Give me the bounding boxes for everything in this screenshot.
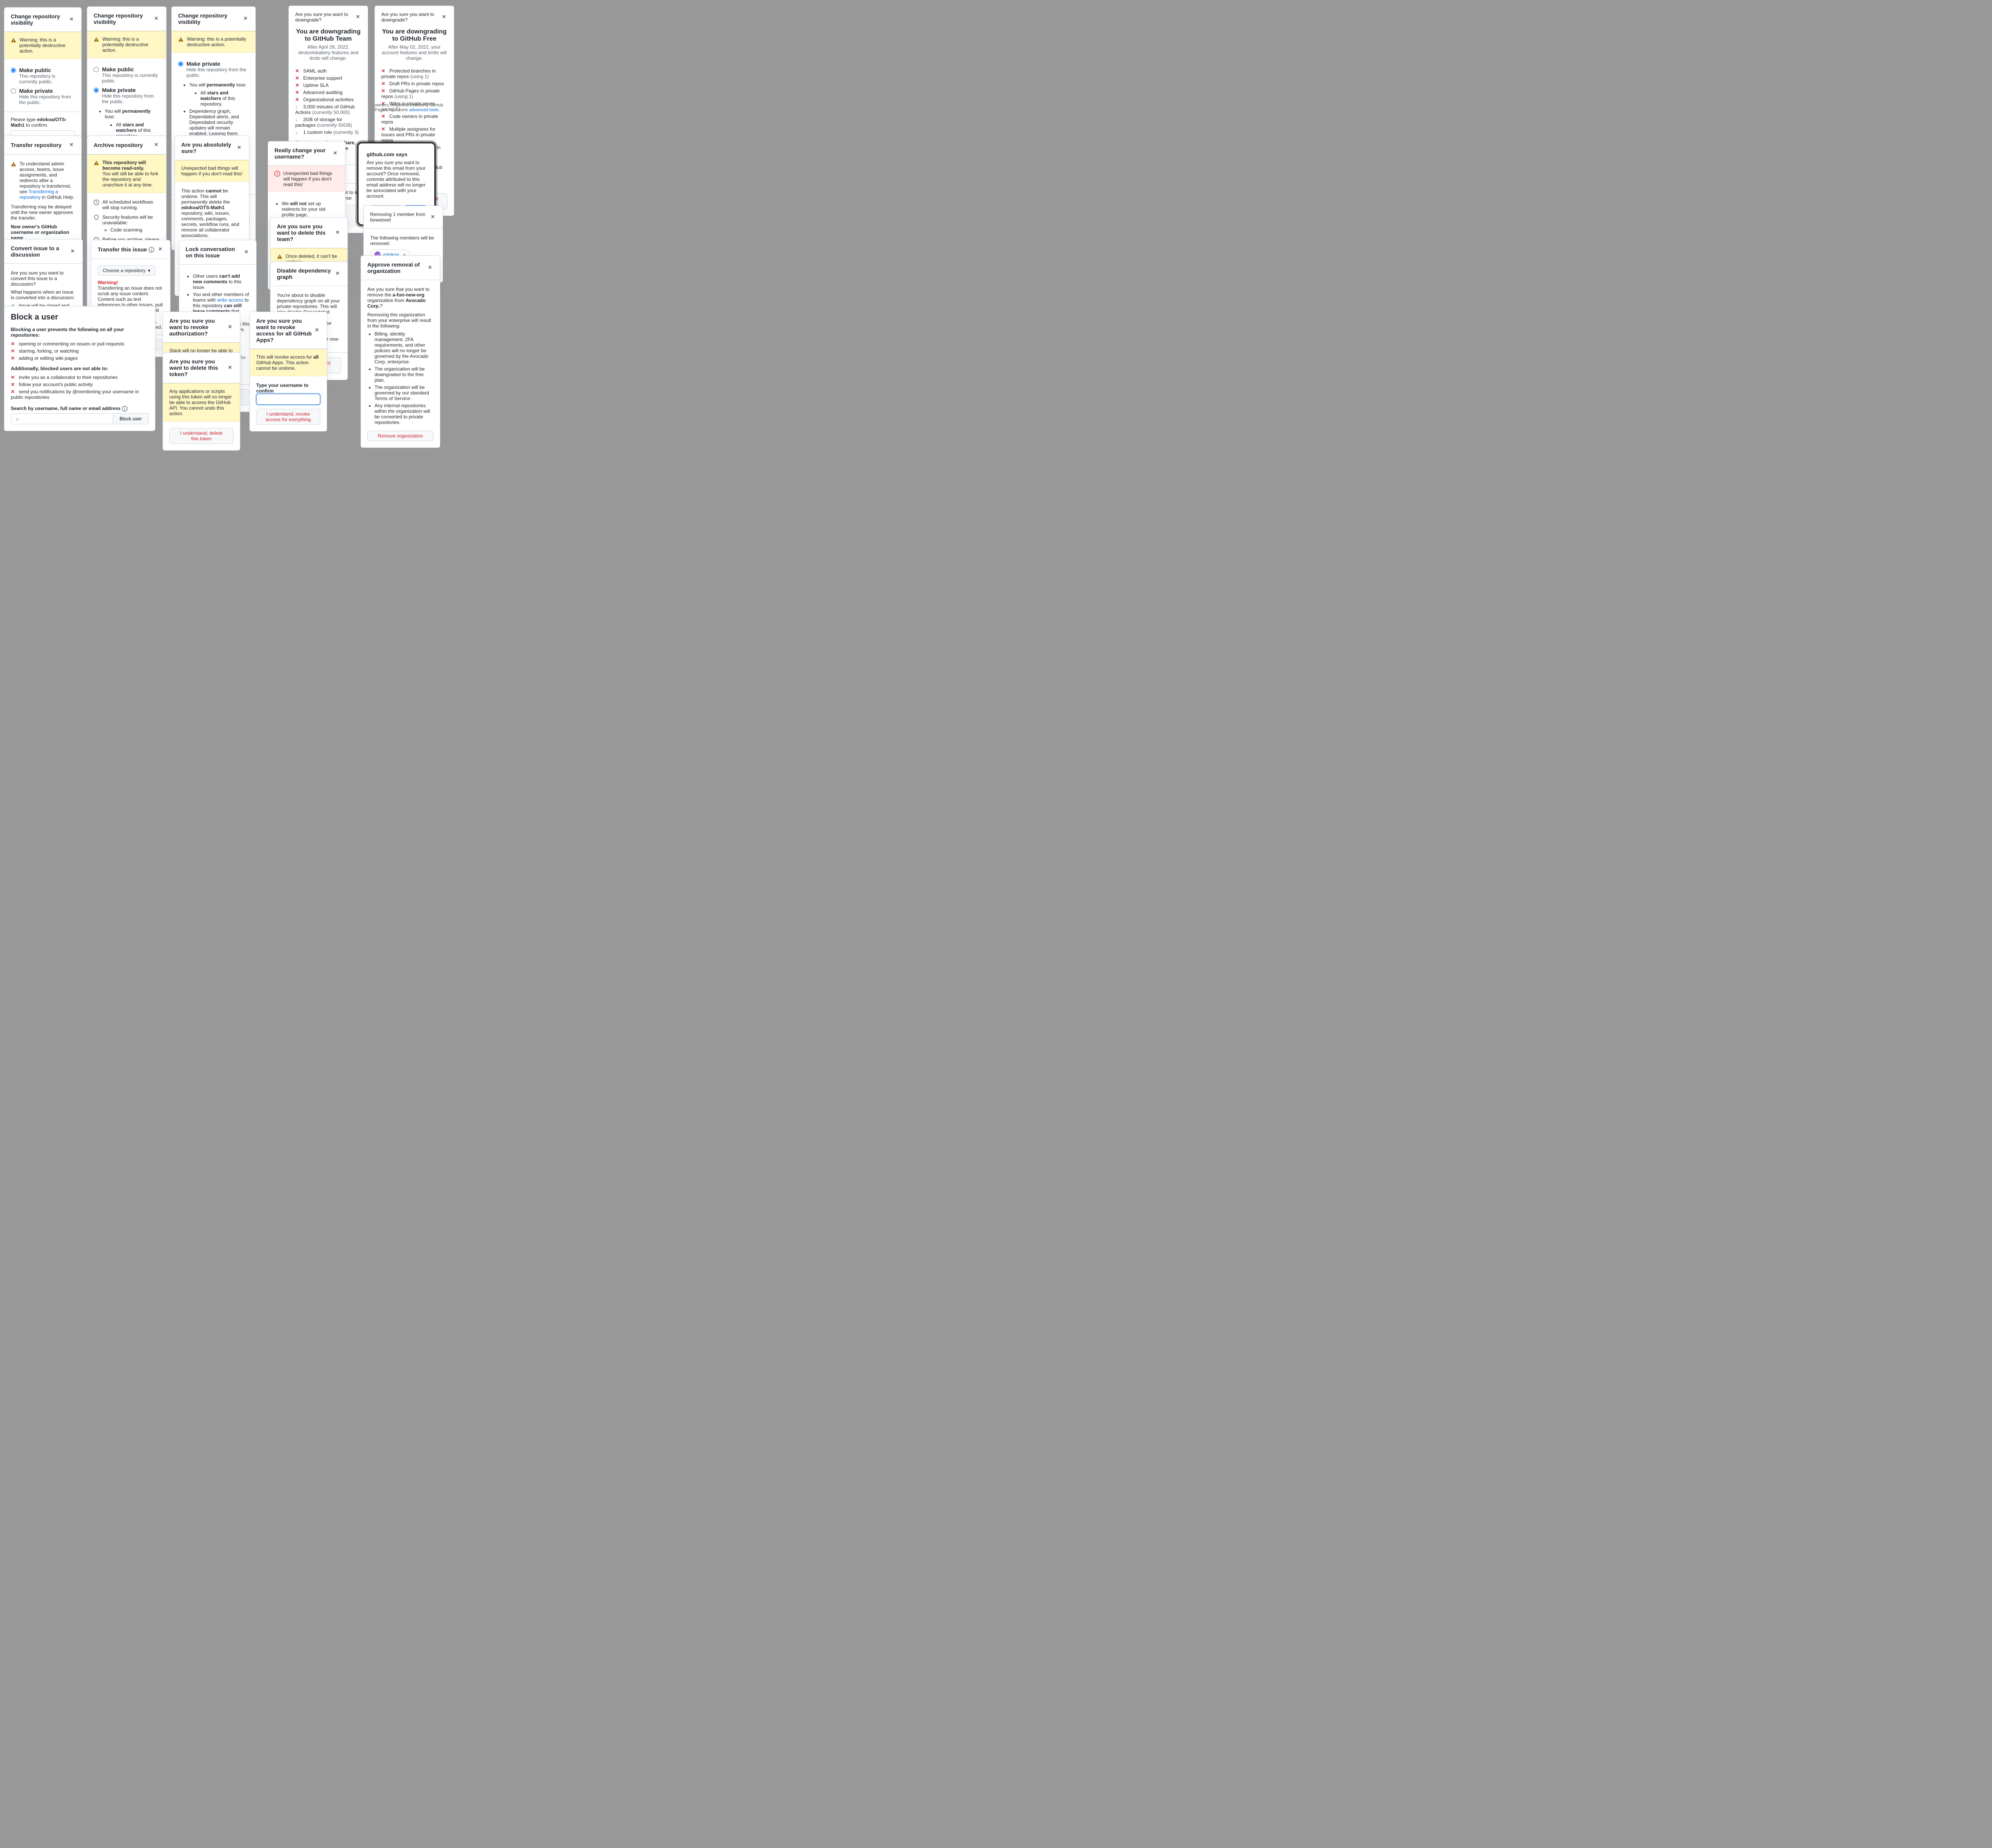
error-flash: Unexpected bad things will happen if you…	[268, 166, 345, 192]
dialog-title: Change repository visibility	[94, 12, 153, 25]
dialog-title: Are you sure you want to delete this tok…	[169, 358, 227, 377]
make-public-radio[interactable]	[11, 68, 16, 73]
dialog-title: Disable dependency graph	[277, 267, 334, 280]
dialog-title: Transfer this issue	[98, 246, 154, 253]
downgrade-item: ✕GitHub Pages in private repos (using 1)	[381, 87, 447, 100]
close-icon[interactable]: ×	[314, 327, 320, 334]
close-icon[interactable]: ×	[69, 248, 76, 255]
delete-token-button[interactable]: I understand, delete this token	[169, 428, 233, 444]
search-input[interactable]	[11, 413, 113, 424]
warning-flash: This repository will become read-only.Yo…	[87, 155, 166, 193]
make-private-radio[interactable]	[94, 88, 99, 93]
dialog-title: Removing 1 member from bowstreet	[370, 212, 429, 223]
downgrade-item: ↓1 custom role (currently 3)	[295, 129, 361, 136]
info-icon	[122, 406, 127, 412]
close-icon[interactable]: ×	[242, 15, 249, 22]
close-icon[interactable]: ×	[332, 150, 339, 157]
dialog-title: Change repository visibility	[178, 12, 242, 25]
username-confirm-input[interactable]	[256, 394, 320, 405]
downgrade-item: ✕Code owners in private repos	[381, 113, 447, 126]
dialog-title: Change repository visibility	[11, 13, 68, 26]
warning-flash: This will revoke access for all GitHub A…	[250, 349, 327, 376]
alert-icon	[178, 37, 184, 42]
make-private-radio[interactable]	[11, 88, 16, 94]
close-icon[interactable]: ×	[427, 264, 433, 271]
warning-flash: Warning: this is a potentially destructi…	[172, 31, 255, 53]
close-icon[interactable]: ×	[157, 246, 164, 253]
make-public-radio[interactable]	[94, 67, 99, 72]
close-icon[interactable]: ×	[68, 141, 75, 149]
close-icon[interactable]: ×	[227, 324, 233, 331]
block-user-panel: Block a user Blocking a user prevents th…	[4, 306, 155, 431]
downgrade-item: ✕Uptime SLA	[295, 82, 361, 89]
dialog-title: Are you sure you want to revoke authoriz…	[169, 318, 227, 337]
info-icon	[149, 247, 154, 253]
close-icon[interactable]: ×	[236, 144, 243, 151]
downgrade-item: ✕Protected branches in private repos (us…	[381, 67, 447, 80]
dialog-title: Are you sure you want to downgrade?	[295, 12, 355, 23]
revoke-apps-dialog: Are you sure you want to revoke access f…	[249, 312, 327, 432]
close-icon[interactable]: ×	[441, 14, 447, 21]
downgrade-item: ✕Advanced auditing	[295, 89, 361, 96]
close-icon[interactable]: ×	[153, 141, 160, 149]
dialog-title: Convert issue to a discussion	[11, 245, 69, 258]
close-icon[interactable]: ×	[355, 14, 361, 21]
alert-icon	[11, 37, 16, 43]
make-private-radio[interactable]	[178, 61, 183, 67]
dialog-title: Are you sure you want to revoke access f…	[256, 318, 314, 343]
block-user-button[interactable]: Block user	[113, 413, 149, 424]
warning-flash: Unexpected bad things will happen if you…	[175, 160, 249, 182]
downgrade-item: ✕Multiple assignees for issues and PRs i…	[381, 126, 447, 144]
revoke-all-button[interactable]: I understand, revoke access for everythi…	[256, 409, 320, 425]
close-icon[interactable]: ×	[334, 229, 341, 236]
warning-flash: Warning: this is a potentially destructi…	[87, 31, 166, 58]
clock-icon	[94, 200, 99, 205]
dialog-title: Transfer repository	[11, 142, 62, 148]
downgrade-item: ✕Organizational activities	[295, 96, 361, 103]
dialog-title: Really change your username?	[274, 147, 332, 160]
downgrade-item: ✕SAML auth	[295, 67, 361, 75]
close-icon[interactable]: ×	[153, 15, 160, 22]
close-icon[interactable]: ×	[227, 364, 233, 371]
downgrade-item: ✕Draft PRs in private repos	[381, 80, 447, 87]
close-icon[interactable]: ×	[429, 214, 436, 221]
alert-icon	[94, 160, 99, 166]
dialog-title: Lock conversation on this issue	[186, 246, 243, 259]
delete-token-dialog: Are you sure you want to delete this tok…	[163, 352, 240, 451]
shield-icon	[94, 215, 99, 220]
close-icon[interactable]: ×	[68, 16, 75, 23]
remove-org-dialog: Approve removal of organization × Are yo…	[361, 255, 440, 448]
stop-icon	[274, 171, 280, 177]
warning-flash: Any applications or scripts using this t…	[163, 383, 240, 422]
alert-icon	[11, 161, 16, 167]
alert-icon	[277, 254, 282, 259]
downgrade-item: ↓3,000 minutes of GitHub Actions (curren…	[295, 103, 361, 116]
alert-icon	[94, 37, 99, 42]
close-icon[interactable]: ×	[334, 270, 341, 277]
dialog-title: Approve removal of organization	[367, 261, 427, 274]
dialog-title: Are you sure you want to delete this tea…	[277, 223, 334, 242]
downgrade-item: ✕Enterprise support	[295, 75, 361, 82]
repository-dropdown[interactable]: Choose a repository▾	[98, 265, 155, 276]
close-icon[interactable]: ×	[243, 249, 250, 256]
warning-flash: Warning: this is a potentially destructi…	[4, 32, 81, 59]
dialog-title: Archive repository	[94, 142, 143, 148]
remove-org-button[interactable]: Remove organization	[367, 431, 433, 441]
chevron-down-icon: ▾	[148, 268, 150, 273]
downgrade-item: ↓2GB of storage for packages (currently …	[295, 116, 361, 129]
dialog-title: Are you absolutely sure?	[181, 141, 236, 154]
dialog-title: Are you sure you want to downgrade?	[381, 12, 441, 23]
